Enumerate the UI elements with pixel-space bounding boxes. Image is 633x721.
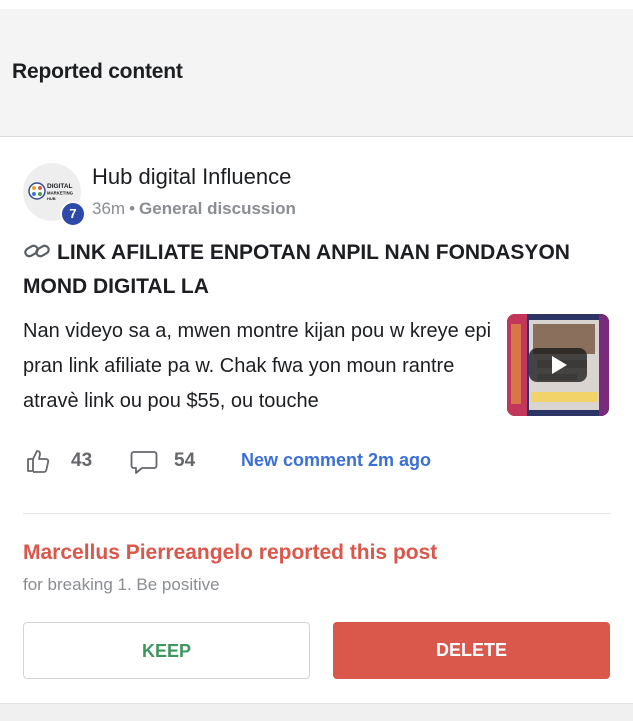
thumbnail-image xyxy=(507,314,609,416)
post-title-text: LINK AFILIATE ENPOTAN ANPIL NAN FONDASYO… xyxy=(23,241,570,298)
bottom-separator xyxy=(0,703,633,721)
section-divider xyxy=(23,513,610,514)
post-body[interactable]: Nan videyo sa a, mwen montre kijan pou w… xyxy=(23,314,495,419)
delete-button[interactable]: DELETE xyxy=(333,622,610,679)
post-time: 36m xyxy=(92,199,126,218)
like-icon[interactable] xyxy=(25,448,51,474)
meta-separator: • xyxy=(129,199,136,218)
post-title[interactable]: LINK AFILIATE ENPOTAN ANPIL NAN FONDASYO… xyxy=(23,236,613,304)
like-count: 43 xyxy=(71,450,93,471)
report-attribution: Marcellus Pierreangelo reported this pos… xyxy=(23,541,438,564)
reported-post-card xyxy=(0,137,633,703)
page-header: Reported content xyxy=(0,9,633,137)
page-title: Reported content xyxy=(12,60,183,83)
notification-badge: 7 xyxy=(60,201,86,227)
comment-count: 54 xyxy=(174,450,196,471)
post-category[interactable]: General discussion xyxy=(139,199,296,218)
link-icon xyxy=(24,244,50,258)
logo-line-1: DIGITAL xyxy=(47,183,73,190)
logo-line-3: HUB xyxy=(47,196,56,201)
video-thumbnail[interactable] xyxy=(507,314,609,416)
logo-line-2: MARKETING xyxy=(47,191,74,196)
new-comment-link[interactable]: New comment 2m ago xyxy=(241,450,431,471)
comment-icon[interactable] xyxy=(130,449,158,475)
post-stats: 43 54 New comment 2m ago xyxy=(23,446,613,476)
group-name[interactable]: Hub digital Influence xyxy=(92,164,291,190)
keep-button[interactable]: KEEP xyxy=(23,622,310,679)
report-reason: for breaking 1. Be positive xyxy=(23,575,220,594)
post-meta: 36m • General discussion xyxy=(92,199,296,219)
